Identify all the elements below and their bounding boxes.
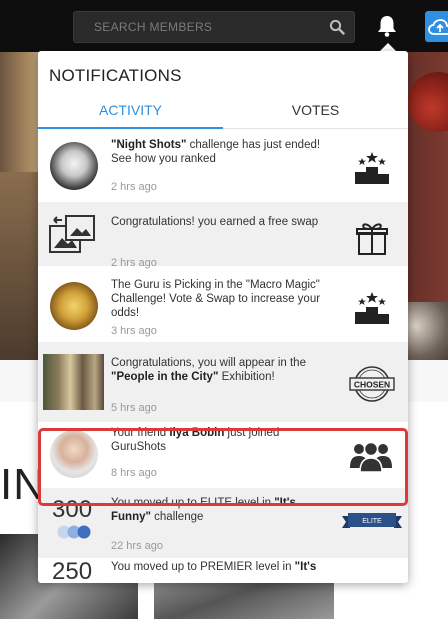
chosen-stamp-icon: CHOSEN — [349, 366, 395, 402]
gift-icon — [356, 223, 388, 255]
podium-icon — [355, 292, 389, 324]
swap-photo-icon — [49, 215, 95, 253]
notification-item[interactable]: 250 You moved up to PREMIER level in "It… — [38, 558, 408, 583]
notification-tabs: ACTIVITY VOTES — [38, 95, 408, 129]
avatar — [50, 282, 98, 330]
timestamp: 5 hrs ago — [111, 402, 157, 414]
highlight-outline — [38, 428, 408, 506]
hero-photo-right — [408, 72, 448, 132]
hero-photo-left — [0, 172, 40, 360]
notification-text-part: You moved up to PREMIER level in — [111, 561, 295, 573]
notification-text-part: Congratulations, you will appear in the — [111, 357, 306, 369]
timestamp: 2 hrs ago — [111, 257, 157, 269]
bell-icon[interactable] — [374, 13, 400, 39]
notification-text: The Guru is Picking in the "Macro Magic"… — [111, 279, 321, 319]
level-score: 250 — [52, 558, 93, 583]
notification-text: "Night Shots" challenge has just ended! … — [111, 138, 333, 166]
notification-text: You moved up to PREMIER level in "It's — [111, 560, 333, 574]
search-input[interactable] — [74, 12, 324, 42]
notification-text-part: Exhibition! — [218, 371, 275, 383]
notification-item[interactable]: "Night Shots" challenge has just ended! … — [38, 136, 408, 200]
stamp-label: CHOSEN — [354, 380, 390, 390]
tab-votes[interactable]: VOTES — [223, 95, 408, 129]
member-search[interactable] — [73, 11, 355, 43]
challenge-name: "It's — [294, 561, 317, 573]
notification-text: Congratulations! you earned a free swap — [111, 216, 319, 228]
notification-text-part: challenge — [150, 511, 204, 523]
search-icon[interactable] — [329, 19, 345, 35]
level-ribbon-icon: ELITE — [342, 513, 402, 528]
avatar — [50, 142, 98, 190]
dropdown-caret — [380, 43, 396, 51]
timestamp: 22 hrs ago — [111, 540, 163, 552]
cloud-upload-icon — [428, 19, 448, 35]
panel-title: NOTIFICATIONS — [49, 66, 182, 85]
exhibition-photo-thumbnail — [43, 354, 104, 410]
tab-activity[interactable]: ACTIVITY — [38, 95, 223, 129]
timestamp: 2 hrs ago — [111, 181, 157, 193]
exhibition-name: "People in the City" — [111, 371, 219, 383]
challenge-name: "Night Shots" — [111, 139, 187, 151]
level-dots-icon — [57, 525, 91, 539]
podium-icon — [355, 152, 389, 184]
notification-item[interactable]: The Guru is Picking in the "Macro Magic"… — [38, 276, 408, 340]
notification-item[interactable]: Congratulations, you will appear in the … — [38, 342, 408, 422]
ribbon-label: ELITE — [362, 518, 382, 525]
notification-item[interactable]: Congratulations! you earned a free swap … — [38, 202, 408, 269]
upload-button[interactable] — [425, 11, 448, 42]
notification-text: Congratulations, you will appear in the … — [111, 356, 333, 384]
notifications-panel: NOTIFICATIONS ACTIVITY VOTES "Night Shot… — [38, 51, 408, 583]
timestamp: 3 hrs ago — [111, 325, 157, 337]
